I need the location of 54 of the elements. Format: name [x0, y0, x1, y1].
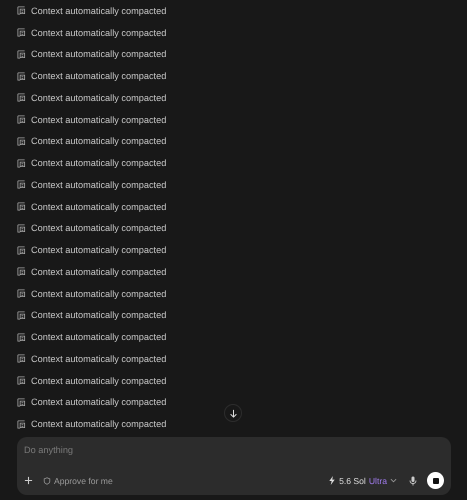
- event-text: Context automatically compacted: [31, 223, 166, 234]
- arrow-down-icon: [228, 408, 238, 418]
- compact-icon: [17, 398, 26, 407]
- compact-icon: [17, 72, 26, 81]
- compact-icon: [17, 93, 26, 102]
- compact-icon: [17, 246, 26, 255]
- compact-icon: [17, 28, 26, 38]
- compact-icon: [17, 136, 26, 146]
- event-text: Context automatically compacted: [31, 6, 166, 16]
- event-text: Context automatically compacted: [31, 419, 166, 430]
- stop-icon: [432, 478, 438, 484]
- event-text: Context automatically compacted: [31, 114, 166, 125]
- chevron-down-icon: [390, 478, 397, 483]
- stop-button[interactable]: [427, 472, 444, 489]
- event-text: Context automatically compacted: [31, 158, 166, 168]
- lightning-icon: [328, 476, 336, 485]
- event-text: Context automatically compacted: [31, 92, 166, 103]
- compact-icon: [17, 354, 26, 364]
- compact-icon: [17, 289, 26, 298]
- event-text: Context automatically compacted: [31, 376, 166, 386]
- approve-button[interactable]: Approve for me: [43, 476, 113, 486]
- event-text: Context automatically compacted: [31, 354, 166, 364]
- event-text: Context automatically compacted: [31, 332, 166, 342]
- compact-icon: [17, 332, 26, 342]
- add-button[interactable]: [24, 476, 33, 485]
- event-text: Context automatically compacted: [31, 202, 166, 212]
- compact-icon: [17, 180, 26, 190]
- compact-icon: [17, 115, 26, 124]
- shield-icon: [43, 476, 51, 484]
- compact-icon: [17, 267, 26, 276]
- event-text: Context automatically compacted: [31, 180, 166, 190]
- compact-icon: [17, 202, 26, 212]
- compact-icon: [17, 420, 26, 429]
- model-selector[interactable]: 5.6 Sol Ultra: [328, 476, 397, 486]
- compact-icon: [17, 310, 26, 320]
- compact-icon: [17, 50, 26, 59]
- microphone-button[interactable]: [409, 476, 417, 486]
- compact-icon: [17, 376, 26, 386]
- message-input[interactable]: Do anything: [24, 445, 444, 455]
- scroll-down-button[interactable]: [224, 404, 242, 422]
- event-text: Context automatically compacted: [31, 397, 166, 408]
- event-text: Context automatically compacted: [31, 49, 166, 60]
- microphone-icon: [409, 476, 417, 486]
- event-text: Context automatically compacted: [31, 71, 166, 82]
- event-text: Context automatically compacted: [31, 136, 166, 146]
- compact-icon: [17, 6, 26, 16]
- event-text: Context automatically compacted: [31, 266, 166, 277]
- plus-icon: [24, 476, 33, 485]
- event-text: Context automatically compacted: [31, 28, 166, 38]
- event-text: Context automatically compacted: [31, 310, 166, 320]
- compact-icon: [17, 224, 26, 233]
- compact-icon: [17, 158, 26, 168]
- event-text: Context automatically compacted: [31, 288, 166, 299]
- event-text: Context automatically compacted: [31, 245, 166, 256]
